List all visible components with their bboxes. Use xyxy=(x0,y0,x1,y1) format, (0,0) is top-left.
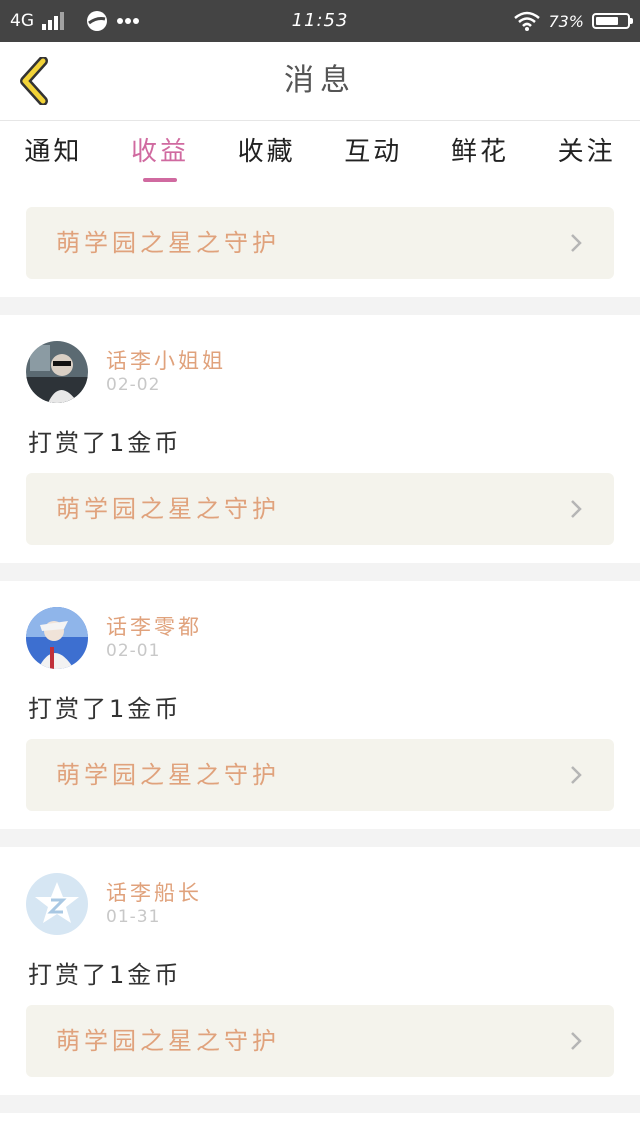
list-item: 话李零都 02-01 打赏了1金币 萌学园之星之守护 xyxy=(0,581,640,829)
tab-flowers[interactable]: 鲜花 xyxy=(449,131,511,174)
message-text: 打赏了1金币 xyxy=(28,429,182,457)
status-bar: 4G 11:53 73% xyxy=(0,0,640,42)
message-date: 01-31 xyxy=(106,907,161,927)
avatar[interactable] xyxy=(26,873,88,935)
gift-link[interactable]: 萌学园之星之守护 xyxy=(26,739,614,811)
avatar-photo xyxy=(26,607,88,669)
list-item: 话李船长 01-31 打赏了1金币 萌学园之星之守护 xyxy=(0,847,640,1095)
gift-name: 萌学园之星之守护 xyxy=(56,495,280,523)
battery-percent: 73% xyxy=(548,11,584,31)
gift-link[interactable]: 萌学园之星之守护 xyxy=(26,473,614,545)
tab-label: 互动 xyxy=(344,136,403,167)
tab-earnings[interactable]: 收益 xyxy=(129,131,191,182)
gift-link[interactable]: 萌学园之星之守护 xyxy=(26,1005,614,1077)
tab-notifications[interactable]: 通知 xyxy=(22,131,84,174)
status-right: 73% xyxy=(514,0,633,42)
tab-label: 通知 xyxy=(24,136,83,167)
message-text: 打赏了1金币 xyxy=(28,695,182,723)
nav-header: 消息 xyxy=(0,42,640,121)
gift-name: 萌学园之星之守护 xyxy=(56,229,280,257)
tab-label: 鲜花 xyxy=(450,136,509,167)
sender-name: 话李船长 xyxy=(106,881,202,905)
tab-favorites[interactable]: 收藏 xyxy=(236,131,298,174)
page-title: 消息 xyxy=(284,63,356,98)
avatar[interactable] xyxy=(26,341,88,403)
message-text: 打赏了1金币 xyxy=(28,961,182,989)
gift-link[interactable]: 萌学园之星之守护 xyxy=(26,207,614,279)
list-item: 萌学园之星之守护 xyxy=(0,183,640,297)
avatar-photo xyxy=(26,341,88,403)
chevron-right-icon xyxy=(571,234,582,252)
message-date: 02-02 xyxy=(106,375,161,395)
active-tab-indicator xyxy=(142,177,177,182)
list-item: 话李小姐姐 02-02 打赏了1金币 萌学园之星之守护 xyxy=(0,315,640,563)
tab-following[interactable]: 关注 xyxy=(556,131,618,174)
avatar[interactable] xyxy=(26,607,88,669)
wifi-icon xyxy=(514,11,541,31)
battery-icon xyxy=(592,13,633,29)
chevron-right-icon xyxy=(571,766,582,784)
tab-bar: 通知 收益 收藏 互动 鲜花 关注 xyxy=(0,121,640,183)
tab-label: 关注 xyxy=(557,136,616,167)
tab-label: 收藏 xyxy=(237,136,296,167)
tab-label: 收益 xyxy=(130,136,189,167)
chevron-right-icon xyxy=(571,1032,582,1050)
tab-interactions[interactable]: 互动 xyxy=(342,131,404,174)
message-date: 02-01 xyxy=(106,641,161,661)
default-avatar-star-icon xyxy=(26,873,88,935)
sender-name: 话李零都 xyxy=(106,615,202,639)
sender-name: 话李小姐姐 xyxy=(106,349,226,373)
gift-name: 萌学园之星之守护 xyxy=(56,761,280,789)
list-item xyxy=(0,1113,640,1138)
chevron-right-icon xyxy=(571,500,582,518)
gift-name: 萌学园之星之守护 xyxy=(56,1027,280,1055)
